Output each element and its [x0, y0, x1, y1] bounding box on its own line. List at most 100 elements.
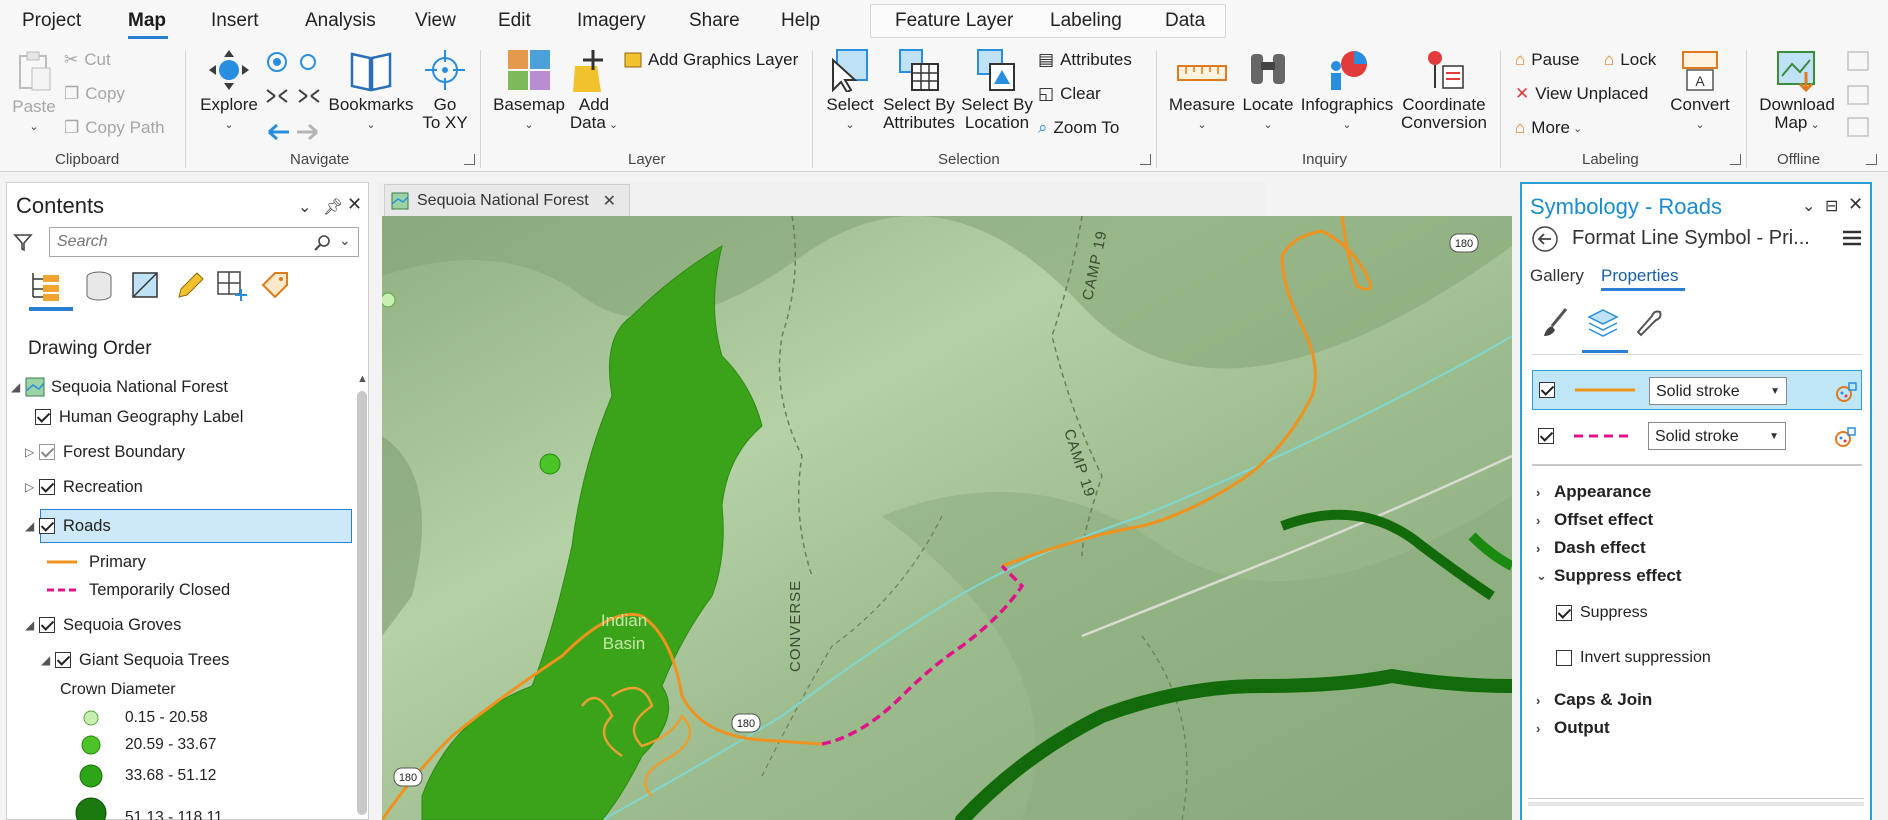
tab-project[interactable]: Project [22, 10, 81, 32]
collapse-arrow-icon[interactable]: ◢ [11, 380, 25, 394]
filter-icon[interactable] [13, 232, 33, 252]
tab-gallery[interactable]: Gallery [1530, 266, 1584, 286]
layer-visibility-checkbox[interactable] [39, 518, 55, 534]
layer-recreation[interactable]: ▷ Recreation [25, 474, 143, 500]
view-unplaced-button[interactable]: ✕ View Unplaced [1515, 84, 1648, 104]
add-graphics-layer-button[interactable]: Add Graphics Layer [624, 50, 798, 70]
symbol-layer-1[interactable]: Solid stroke ▼ [1532, 370, 1862, 410]
more-labeling-button[interactable]: ⌂ More ⌄ [1515, 118, 1582, 138]
layer-giant-sequoia-trees[interactable]: ◢ Giant Sequoia Trees [41, 647, 229, 673]
selection-launcher-icon[interactable] [1140, 154, 1151, 165]
scroll-thumb[interactable] [357, 391, 367, 815]
layer-roads[interactable]: ◢ Roads [25, 513, 111, 539]
select-by-location-button[interactable]: Select By Location [956, 48, 1038, 132]
tab-map-view[interactable]: Sequoia National Forest ✕ [384, 184, 630, 216]
tab-edit[interactable]: Edit [498, 10, 531, 32]
list-by-selection-icon[interactable] [129, 269, 163, 303]
legend-class-2[interactable]: 20.59 - 33.67 [79, 732, 216, 758]
pin-icon[interactable]: ⊟ [1825, 196, 1838, 216]
labeling-launcher-icon[interactable] [1730, 154, 1741, 165]
expand-arrow-icon[interactable]: ▷ [25, 445, 39, 459]
layer-visibility-checkbox[interactable] [35, 409, 51, 425]
appearance-section[interactable]: › Appearance [1536, 482, 1651, 502]
coordinate-conversion-button[interactable]: Coordinate Conversion [1398, 48, 1490, 132]
collapse-arrow-icon[interactable]: ◢ [25, 618, 39, 632]
navigate-launcher-icon[interactable] [464, 154, 475, 165]
close-icon[interactable]: ✕ [347, 194, 362, 215]
download-map-button[interactable]: Download Map ⌄ [1752, 48, 1842, 134]
tab-view[interactable]: View [415, 10, 456, 32]
list-by-drawing-order-icon[interactable] [29, 269, 63, 303]
tab-share[interactable]: Share [689, 10, 740, 32]
tab-imagery[interactable]: Imagery [577, 10, 646, 32]
suppress-checkbox[interactable] [1556, 605, 1572, 621]
go-to-xy-button[interactable]: Go To XY [420, 48, 470, 132]
symbol-layer-2[interactable]: Solid stroke ▼ [1532, 416, 1862, 456]
zoom-to-button[interactable]: ⌕ Zoom To [1038, 118, 1119, 138]
chevron-down-icon[interactable]: ⌄ [298, 197, 311, 217]
search-icon[interactable] [313, 234, 331, 252]
symbol-layer-checkbox[interactable] [1539, 382, 1555, 398]
suppress-effect-section[interactable]: ⌄ Suppress effect [1536, 566, 1682, 586]
chevron-down-icon[interactable]: ⌄ [1802, 196, 1815, 216]
basemap-button[interactable]: Basemap ⌄ [492, 48, 566, 134]
collapse-arrow-icon[interactable]: ◢ [25, 519, 39, 533]
wrench-icon[interactable] [1632, 306, 1666, 340]
scroll-up-icon[interactable]: ▲ [357, 373, 368, 385]
layer-visibility-checkbox[interactable] [39, 479, 55, 495]
tab-analysis[interactable]: Analysis [305, 10, 376, 32]
legend-class-4[interactable]: 51.13 - 118.11 [73, 797, 223, 820]
tab-labeling[interactable]: Labeling [1050, 10, 1122, 32]
tab-feature-layer[interactable]: Feature Layer [895, 10, 1013, 32]
measure-button[interactable]: Measure ⌄ [1166, 48, 1238, 134]
locate-button[interactable]: Locate ⌄ [1240, 48, 1296, 134]
legend-primary[interactable]: Primary [47, 549, 146, 575]
pane-resize-handle[interactable] [1528, 802, 1864, 806]
clear-button[interactable]: ◱ Clear [1038, 84, 1101, 104]
attributes-button[interactable]: ▤ Attributes [1038, 50, 1132, 70]
list-by-editing-icon[interactable] [173, 269, 207, 303]
legend-class-1[interactable]: 0.15 - 20.58 [79, 705, 208, 731]
invert-suppression-row[interactable]: Invert suppression [1556, 649, 1711, 667]
layer-visibility-checkbox[interactable] [55, 652, 71, 668]
map-canvas[interactable]: 180 180 180 CAMP 19 CAMP 19 CONVERSE Ind… [382, 216, 1512, 820]
layer-forest-boundary[interactable]: ▷ Forest Boundary [25, 439, 185, 465]
close-tab-icon[interactable]: ✕ [603, 191, 616, 211]
tab-insert[interactable]: Insert [211, 10, 259, 32]
legend-temporarily-closed[interactable]: Temporarily Closed [47, 577, 230, 603]
symbol-layer-checkbox[interactable] [1538, 428, 1554, 444]
map-node[interactable]: ◢ Sequoia National Forest [11, 374, 228, 400]
list-by-data-source-icon[interactable] [83, 269, 117, 303]
offset-effect-section[interactable]: › Offset effect [1536, 510, 1653, 530]
list-by-snapping-icon[interactable] [215, 269, 249, 303]
list-by-labeling-icon[interactable] [259, 269, 293, 303]
close-icon[interactable]: ✕ [1848, 194, 1863, 215]
copy-path-button[interactable]: ❐ Copy Path [64, 118, 165, 138]
lock-color-icon[interactable] [1834, 426, 1856, 448]
invert-suppression-checkbox[interactable] [1556, 650, 1572, 666]
select-by-attributes-button[interactable]: Select By Attributes [878, 48, 960, 132]
tab-data[interactable]: Data [1165, 10, 1205, 32]
caps-join-section[interactable]: › Caps & Join [1536, 690, 1652, 710]
menu-icon[interactable] [1842, 228, 1862, 248]
pause-labeling-button[interactable]: ⌂ Pause [1515, 50, 1579, 70]
convert-button[interactable]: A Convert ⌄ [1664, 48, 1736, 134]
legend-class-3[interactable]: 33.68 - 51.12 [79, 763, 216, 789]
stroke-type-dropdown[interactable]: Solid stroke ▼ [1649, 377, 1787, 405]
output-section[interactable]: › Output [1536, 718, 1610, 738]
search-options-chevron-icon[interactable]: ⌄ [339, 232, 351, 249]
stroke-type-dropdown[interactable]: Solid stroke ▼ [1648, 422, 1786, 450]
search-input[interactable] [50, 228, 300, 256]
back-arrow-icon[interactable] [1530, 224, 1560, 254]
copy-button[interactable]: ❐ Copy [64, 84, 125, 104]
layers-icon[interactable] [1586, 306, 1620, 340]
bookmarks-button[interactable]: Bookmarks ⌄ [328, 48, 414, 134]
tab-map[interactable]: Map [128, 10, 166, 32]
offline-launcher-icon[interactable] [1866, 154, 1877, 165]
select-button[interactable]: Select ⌄ [822, 48, 878, 134]
expand-arrow-icon[interactable]: ▷ [25, 480, 39, 494]
lock-color-icon[interactable] [1835, 381, 1857, 403]
contents-scrollbar[interactable]: ▲ [355, 373, 369, 815]
add-data-button[interactable]: Add Data ⌄ [568, 48, 620, 134]
layer-visibility-checkbox[interactable] [39, 617, 55, 633]
